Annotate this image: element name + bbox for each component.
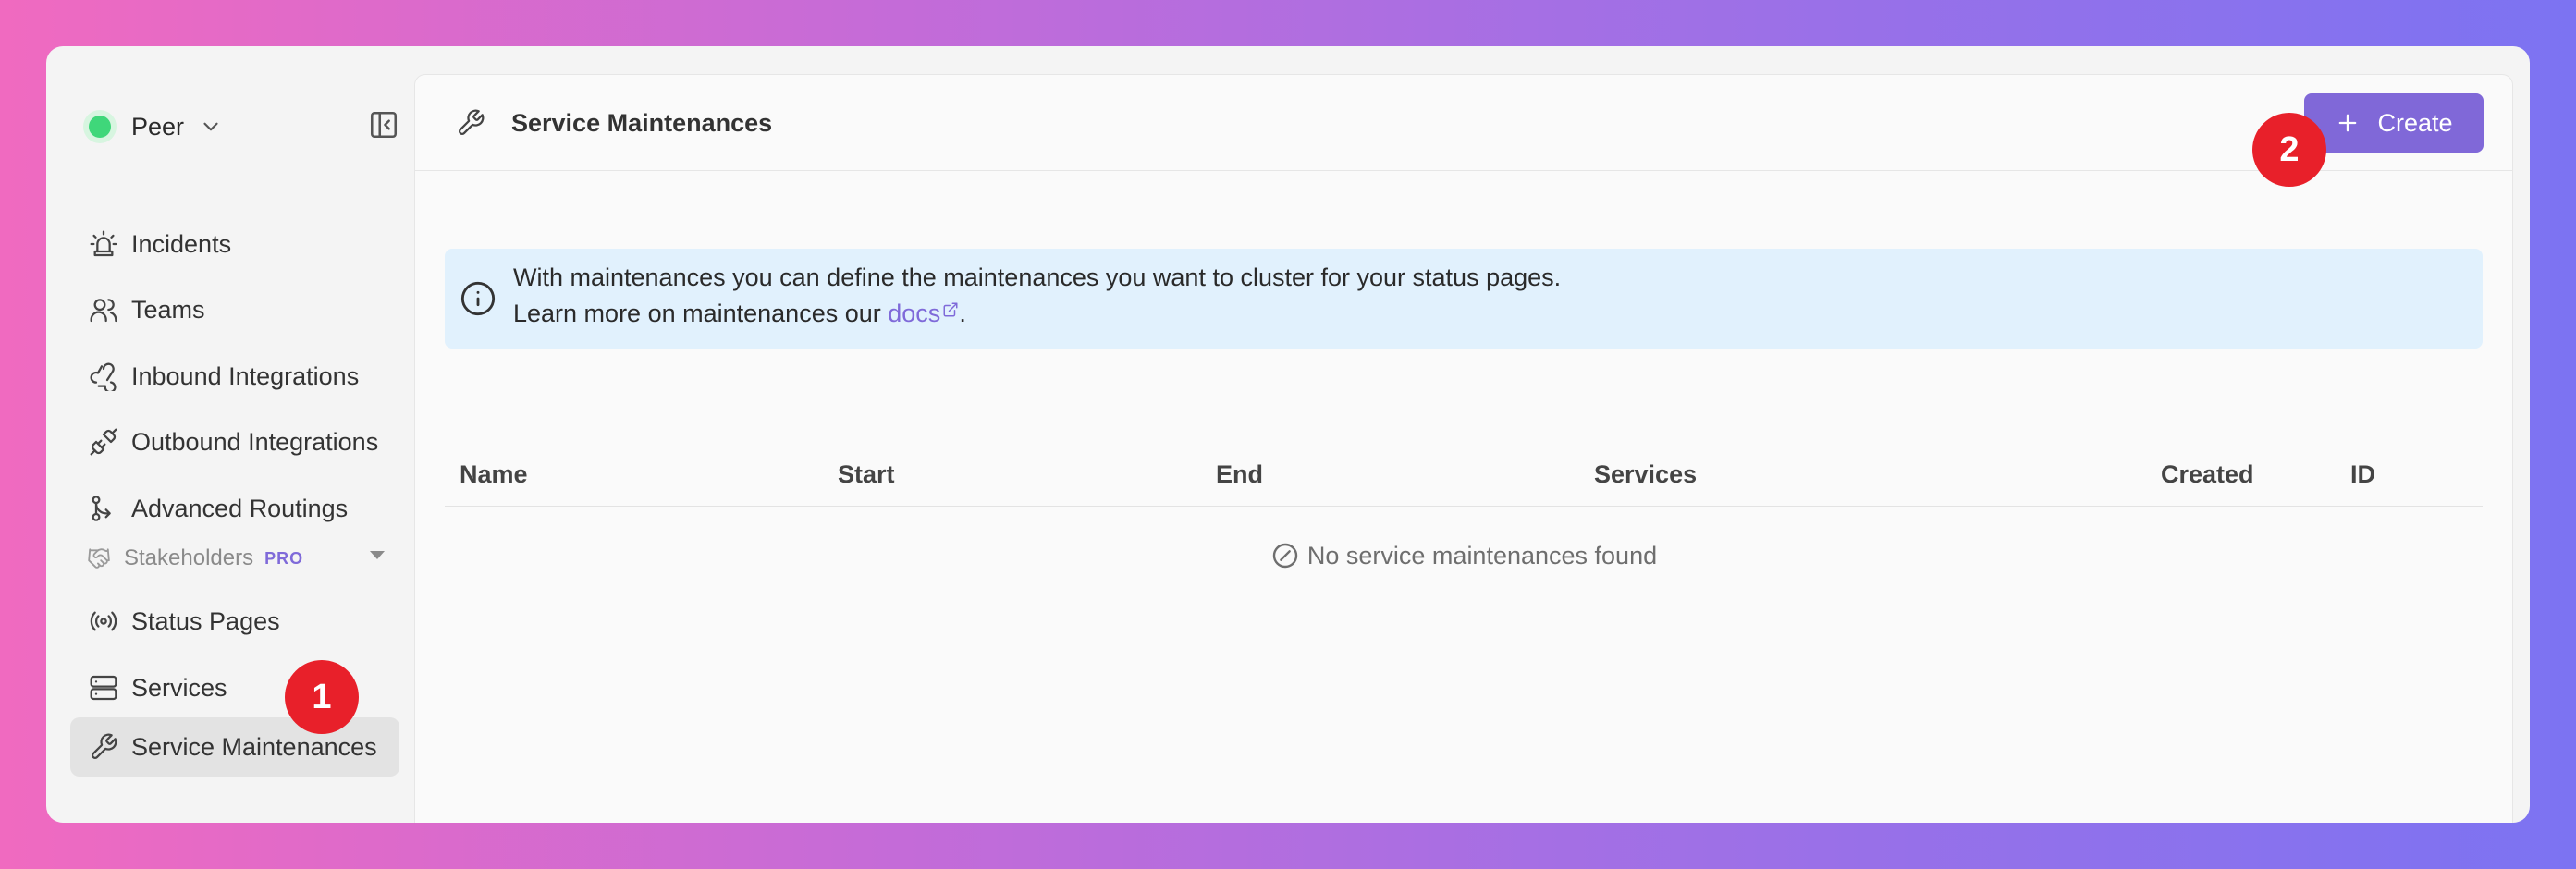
sidebar-item-status-pages[interactable]: Status Pages [70,592,399,651]
info-text-line1: With maintenances you can define the mai… [513,263,1562,291]
docs-link-label: docs [888,300,941,327]
page-title: Service Maintenances [511,109,773,137]
webhook-icon [90,362,117,391]
column-header-name[interactable]: Name [460,460,528,489]
info-text-line2: Learn more on maintenances our docs. [513,300,966,328]
column-header-id[interactable]: ID [2350,460,2375,489]
sidebar-item-label: Advanced Routings [131,494,349,522]
create-button-label: Create [2377,108,2453,137]
handshake-icon [88,548,110,569]
sidebar-item-label: Status Pages [131,606,280,635]
column-header-created[interactable]: Created [2161,460,2254,489]
chevron-down-icon [203,122,218,131]
sidebar-item-label: Inbound Integrations [131,361,360,390]
wrench-icon [91,733,117,760]
route-icon [92,496,111,521]
stakeholders-section-header[interactable]: Stakeholders PRO [87,540,401,577]
caret-down-icon [370,551,385,559]
pro-badge: PRO [264,548,304,568]
empty-state: No service maintenances found [445,537,2483,574]
page-header: Service Maintenances Create [415,75,2512,171]
empty-state-message: No service maintenances found [1306,541,1658,569]
sidebar-item-inbound-integrations[interactable]: Inbound Integrations [70,347,399,406]
sidebar-item-outbound-integrations[interactable]: Outbound Integrations [70,412,399,471]
plus-icon [2339,114,2357,132]
info-text-prefix: Learn more on maintenances our [513,300,881,327]
column-header-services[interactable]: Services [1594,460,1697,489]
sidebar-item-incidents[interactable]: Incidents [70,214,399,274]
org-switcher[interactable]: Peer [83,105,223,148]
info-icon [460,281,496,316]
external-link-icon [943,302,958,317]
create-button[interactable]: Create [2304,93,2484,153]
wrench-icon [458,109,485,136]
table-header: Name Start End Services Created ID [445,440,2483,507]
column-header-start[interactable]: Start [838,460,895,489]
sidebar-item-label: Services [131,673,227,702]
step-marker-1: 1 [285,660,359,734]
broadcast-icon [90,611,117,631]
ban-icon [1272,543,1298,569]
sidebar-item-label: Service Maintenances [131,732,377,761]
plug-icon [90,428,117,456]
step-marker-2: 2 [2252,113,2326,187]
server-icon [90,675,117,701]
org-name: Peer [131,112,185,141]
info-text-suffix: . [959,300,966,327]
sidebar-collapse-icon[interactable] [368,109,399,141]
docs-link[interactable]: docs [888,300,959,327]
main-panel: Service Maintenances Create With mainten… [414,74,2513,823]
siren-icon [90,230,117,257]
sidebar-item-label: Teams [131,295,205,324]
info-banner: With maintenances you can define the mai… [445,249,2483,349]
section-label: Stakeholders [124,545,254,570]
sidebar-item-label: Incidents [131,229,232,258]
users-icon [90,299,117,323]
column-header-end[interactable]: End [1216,460,1263,489]
status-dot-icon [83,110,117,143]
sidebar-item-service-maintenances[interactable]: Service Maintenances [70,717,399,777]
sidebar-item-teams[interactable]: Teams [70,280,399,339]
sidebar-item-advanced-routings[interactable]: Advanced Routings [70,479,399,538]
sidebar-item-label: Outbound Integrations [131,427,379,456]
sidebar: Peer Incidents Teams Inbound Integration… [46,46,414,823]
app-window: Peer Incidents Teams Inbound Integration… [46,46,2530,823]
